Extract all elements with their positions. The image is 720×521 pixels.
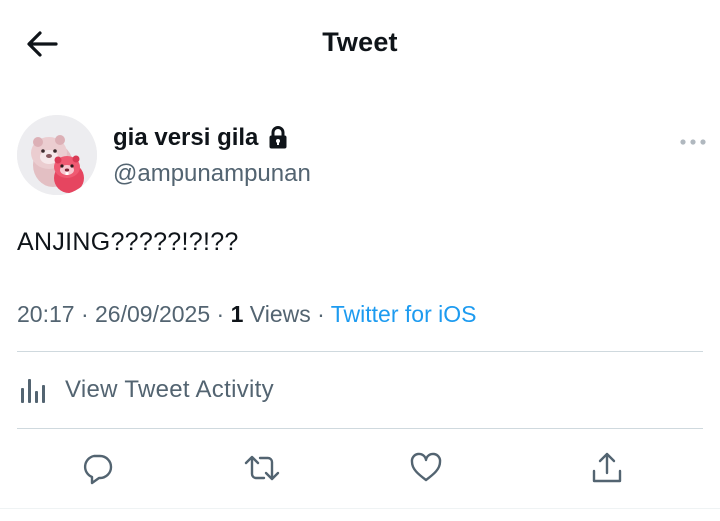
retweet-icon: [244, 455, 280, 481]
author-name: gia versi gila: [113, 124, 259, 151]
tweet-source-link[interactable]: Twitter for iOS: [331, 301, 477, 327]
tweet-time: 20:17: [17, 301, 75, 327]
meta-separator: ·: [216, 301, 225, 327]
tweet-date: 26/09/2025: [95, 301, 211, 327]
bottom-divider: [0, 508, 720, 509]
page-title: Tweet: [322, 27, 398, 57]
view-tweet-activity-label: View Tweet Activity: [65, 376, 274, 403]
view-tweet-activity-button[interactable]: View Tweet Activity: [17, 352, 703, 428]
analytics-bars-icon: [19, 373, 53, 407]
retweet-button[interactable]: [242, 448, 282, 488]
views-label: Views: [249, 301, 311, 327]
tweet-meta: 20:17 · 26/09/2025 · 1 Views · Twitter f…: [17, 301, 476, 328]
author-name-row[interactable]: gia versi gila: [113, 124, 288, 152]
reply-button[interactable]: [77, 448, 117, 488]
author-handle[interactable]: @ampunampunan: [113, 160, 311, 188]
meta-separator: ·: [80, 301, 89, 327]
avatar[interactable]: [17, 115, 97, 195]
top-bar: Tweet: [0, 0, 720, 90]
reply-icon: [83, 454, 113, 485]
views-count: 1: [230, 301, 244, 327]
heart-icon: [410, 452, 442, 482]
meta-separator: ·: [317, 301, 325, 327]
share-icon: [592, 452, 622, 483]
more-dots-icon: [680, 139, 706, 145]
tweet-text: ANJING?????!?!??: [17, 228, 239, 256]
more-options-button[interactable]: [676, 132, 710, 152]
lock-icon: [268, 125, 288, 151]
divider: [17, 428, 703, 429]
beaver-avatar-icon: [17, 115, 97, 195]
share-button[interactable]: [587, 448, 627, 488]
like-button[interactable]: [406, 448, 446, 488]
